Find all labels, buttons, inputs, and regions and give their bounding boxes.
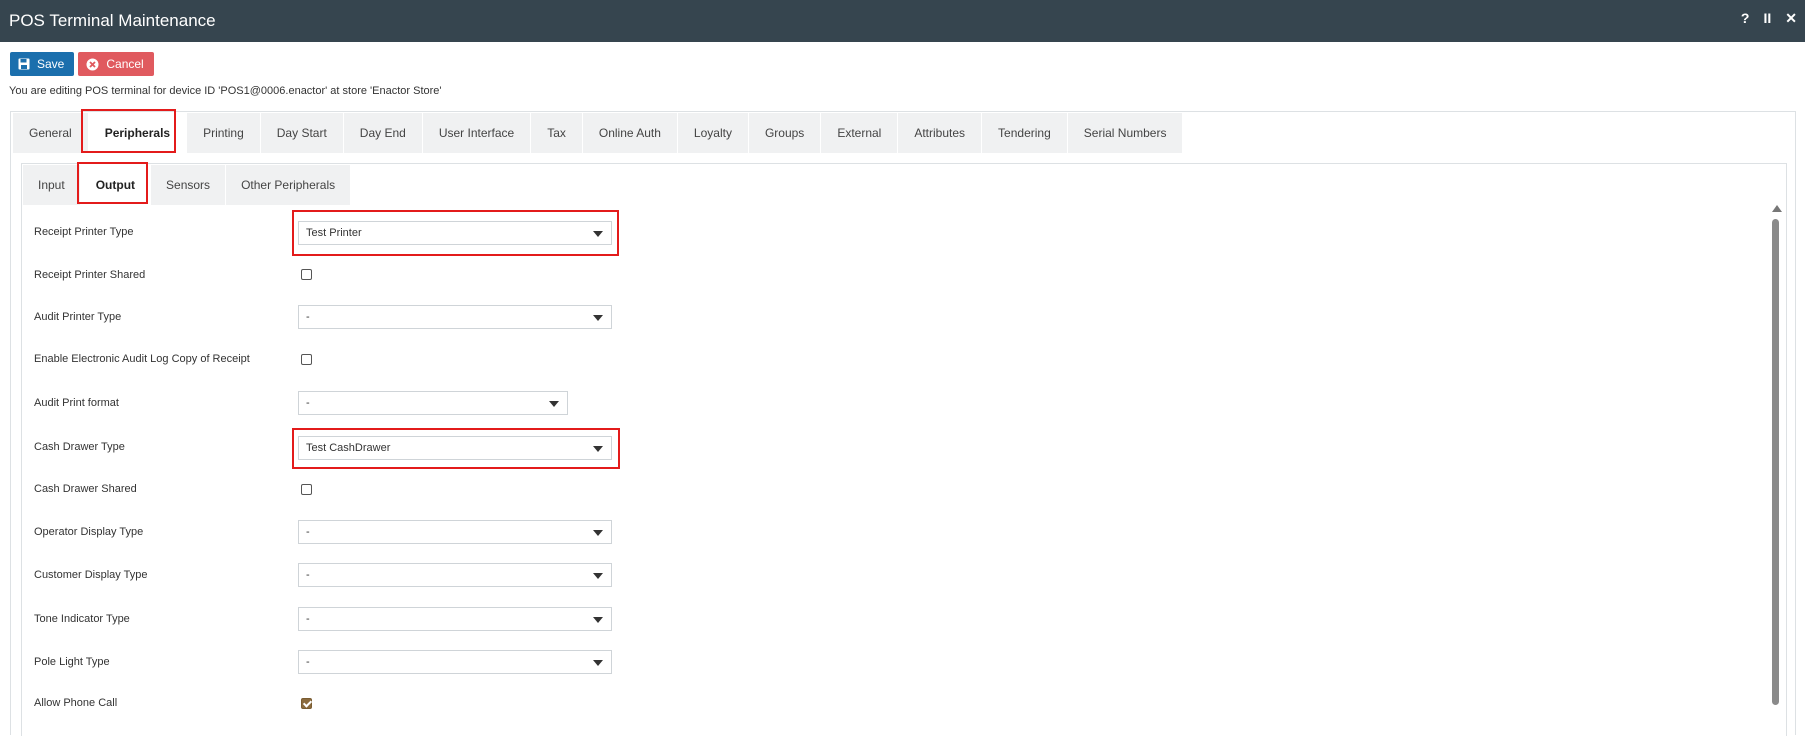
tab-serial-numbers[interactable]: Serial Numbers: [1067, 113, 1184, 153]
cash-drawer-shared-label: Cash Drawer Shared: [34, 483, 137, 495]
customer-display-type-label: Customer Display Type: [34, 569, 148, 581]
customer-display-type-select[interactable]: -: [298, 563, 612, 587]
cash-drawer-shared-checkbox[interactable]: [301, 484, 312, 495]
audit-printer-type-label: Audit Printer Type: [34, 311, 122, 323]
pole-light-type-label: Pole Light Type: [34, 656, 110, 668]
audit-print-format-label: Audit Print format: [34, 397, 119, 409]
chevron-down-icon: [593, 573, 603, 579]
scrollbar-thumb[interactable]: [1772, 219, 1779, 705]
tab-user-interface[interactable]: User Interface: [422, 113, 532, 153]
chevron-down-icon: [593, 617, 603, 623]
tab-loyalty[interactable]: Loyalty: [677, 113, 749, 153]
window-controls: ? II ✕: [1741, 10, 1797, 27]
close-icon[interactable]: ✕: [1785, 10, 1797, 27]
chevron-down-icon: [549, 401, 559, 407]
cash-drawer-type-select[interactable]: Test CashDrawer: [298, 436, 612, 460]
floppy-disk-icon: [18, 58, 30, 70]
window-title: POS Terminal Maintenance: [9, 11, 216, 30]
close-circle-icon: [86, 58, 99, 71]
tab-groups[interactable]: Groups: [748, 113, 822, 153]
main-tab-panel: General Peripherals Printing Day Start D…: [10, 111, 1796, 736]
operator-display-type-select[interactable]: -: [298, 520, 612, 544]
tone-indicator-type-select[interactable]: -: [298, 607, 612, 631]
audit-printer-type-value: -: [306, 311, 310, 323]
allow-phone-call-label: Allow Phone Call: [34, 697, 118, 709]
save-label: Save: [37, 57, 65, 71]
tone-indicator-type-label: Tone Indicator Type: [34, 613, 130, 625]
chevron-down-icon: [593, 660, 603, 666]
subtab-bar: Input Output Sensors Other Peripherals: [23, 165, 352, 205]
cash-drawer-type-label: Cash Drawer Type: [34, 441, 125, 453]
chevron-down-icon: [593, 530, 603, 536]
editing-info-text: You are editing POS terminal for device …: [9, 85, 442, 97]
pole-light-type-value: -: [306, 656, 310, 668]
subtab-other-peripherals[interactable]: Other Peripherals: [226, 165, 352, 205]
receipt-printer-shared-checkbox[interactable]: [301, 269, 312, 280]
operator-display-type-value: -: [306, 526, 310, 538]
tab-online-auth[interactable]: Online Auth: [582, 113, 678, 153]
chevron-down-icon: [593, 315, 603, 321]
tab-tendering[interactable]: Tendering: [982, 113, 1068, 153]
pole-light-type-select[interactable]: -: [298, 650, 612, 674]
subtab-output[interactable]: Output: [80, 165, 152, 205]
tab-peripherals[interactable]: Peripherals: [88, 113, 188, 153]
peripherals-subtab-panel: Input Output Sensors Other Peripherals: [21, 163, 1787, 736]
tab-day-start[interactable]: Day Start: [260, 113, 344, 153]
tab-tax[interactable]: Tax: [531, 113, 583, 153]
customer-display-type-value: -: [306, 569, 310, 581]
cancel-button[interactable]: Cancel: [78, 52, 154, 76]
tab-attributes[interactable]: Attributes: [898, 113, 983, 153]
tone-indicator-type-value: -: [306, 613, 310, 625]
tab-general[interactable]: General: [13, 113, 89, 153]
main-tab-bar: General Peripherals Printing Day Start D…: [13, 113, 1184, 153]
save-button[interactable]: Save: [10, 52, 75, 76]
receipt-printer-type-select[interactable]: Test Printer: [298, 221, 612, 245]
receipt-printer-type-label: Receipt Printer Type: [34, 226, 134, 238]
window-titlebar: POS Terminal Maintenance ? II ✕: [0, 0, 1805, 42]
chevron-down-icon: [593, 231, 603, 237]
cash-drawer-type-value: Test CashDrawer: [306, 442, 391, 454]
cancel-label: Cancel: [106, 57, 144, 71]
allow-phone-call-checkbox[interactable]: [301, 698, 312, 709]
receipt-printer-type-value: Test Printer: [306, 227, 362, 239]
pause-icon[interactable]: II: [1763, 10, 1771, 27]
help-icon[interactable]: ?: [1741, 10, 1750, 27]
form-scrollbar[interactable]: [1771, 205, 1782, 734]
chevron-down-icon: [593, 446, 603, 452]
enable-electronic-audit-label: Enable Electronic Audit Log Copy of Rece…: [34, 353, 250, 365]
audit-print-format-value: -: [306, 397, 310, 409]
enable-electronic-audit-checkbox[interactable]: [301, 354, 312, 365]
receipt-printer-shared-label: Receipt Printer Shared: [34, 269, 146, 281]
subtab-input[interactable]: Input: [23, 165, 81, 205]
tab-external[interactable]: External: [821, 113, 899, 153]
subtab-sensors[interactable]: Sensors: [151, 165, 227, 205]
audit-print-format-select[interactable]: -: [298, 391, 568, 415]
tab-day-end[interactable]: Day End: [343, 113, 423, 153]
operator-display-type-label: Operator Display Type: [34, 526, 144, 538]
tab-printing[interactable]: Printing: [187, 113, 261, 153]
toolbar: Save Cancel: [10, 52, 154, 76]
audit-printer-type-select[interactable]: -: [298, 305, 612, 329]
scroll-up-icon[interactable]: [1772, 205, 1782, 212]
